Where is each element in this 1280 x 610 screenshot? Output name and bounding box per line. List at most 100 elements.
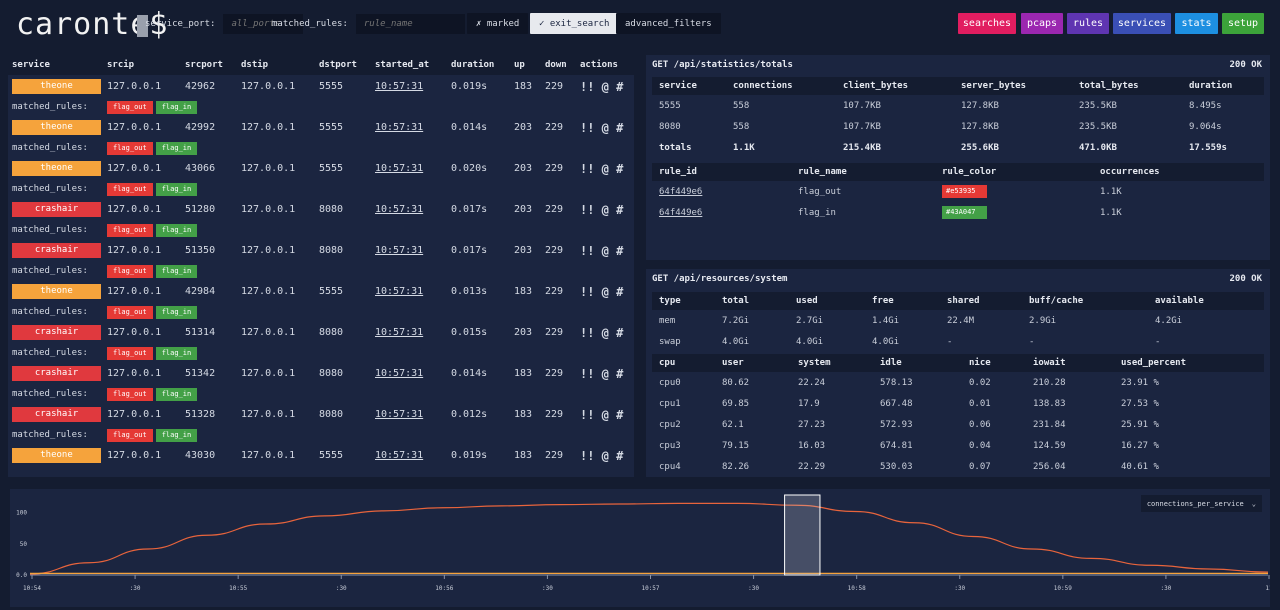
rule-id-link[interactable]: 64f449e6 [652,181,791,202]
started-at-cell[interactable]: 10:57:31 [371,75,447,98]
rule-badge-flag-in[interactable]: flag_in [155,264,198,278]
stats-header-service: service [652,77,726,95]
down-cell: 229 [545,368,564,379]
duration-cell: 0.013s [451,286,488,297]
started-at-cell[interactable]: 10:57:31 [371,321,447,344]
rule-badge-flag-out[interactable]: flag_out [107,182,153,196]
memory-cell: 2.9Gi [1029,315,1057,326]
actions-cell[interactable]: !! @ # [576,403,634,426]
rule-occurrences-cell: 1.1K [1100,186,1122,197]
dstip-cell: 127.0.0.1 [241,81,296,92]
table-row[interactable]: theone 127.0.0.1 43030 127.0.0.1 5555 10:57:3… [8,444,634,467]
rule-badge-flag-out[interactable]: flag_out [107,100,153,114]
stats-total-cell: 1.1K [733,142,755,153]
actions-cell[interactable]: !! @ # [576,444,634,467]
rule-badge-flag-out[interactable]: flag_out [107,346,153,360]
connections-panel: service srcip srcport dstip dstport started_a… [8,55,634,477]
table-row[interactable]: crashair 127.0.0.1 51328 127.0.0.1 8080 10:57… [8,403,634,426]
matched-rules-cell: flag_out flag_in [103,262,634,280]
rule-badge-flag-out[interactable]: flag_out [107,223,153,237]
rule-badge-flag-in[interactable]: flag_in [155,100,198,114]
actions-cell[interactable]: !! @ # [576,75,634,98]
chart-series-select[interactable]: connections_per_service ⌄ [1140,495,1262,512]
cpu-cell: 69.85 [722,398,750,409]
memory-row: mem 7.2Gi 2.7Gi 1.4Gi 22.4M 2.9Gi 4.2Gi [652,310,1264,331]
cpu-row: cpu3 79.15 16.03 674.81 0.04 124.59 16.27 % [652,435,1264,456]
up-cell: 183 [514,409,533,420]
table-row[interactable]: theone 127.0.0.1 43066 127.0.0.1 5555 10:57:3… [8,157,634,180]
exit-search-button[interactable]: ✓ exit_search [530,13,619,34]
marked-toggle-button[interactable]: ✗ marked [467,13,529,34]
dstip-cell: 127.0.0.1 [241,245,296,256]
srcport-cell: 51342 [185,368,216,379]
actions-cell[interactable]: !! @ # [576,321,634,344]
table-row[interactable]: theone 127.0.0.1 42984 127.0.0.1 5555 10:57:3… [8,280,634,303]
actions-cell[interactable]: !! @ # [576,239,634,262]
matched-rules-row: matched_rules: flag_out flag_in [8,426,634,444]
rule-badge-flag-in[interactable]: flag_in [155,223,198,237]
started-at-cell[interactable]: 10:57:31 [371,116,447,139]
dstip-cell: 127.0.0.1 [241,286,296,297]
nav-rules-button[interactable]: rules [1067,13,1109,34]
matched-rules-cell: flag_out flag_in [103,98,634,116]
rule-badge-flag-in[interactable]: flag_in [155,346,198,360]
rule-id-link[interactable]: 64f449e6 [652,202,791,223]
column-header-down: down [541,55,576,75]
started-at-cell[interactable]: 10:57:31 [371,403,447,426]
rule-badge-flag-out[interactable]: flag_out [107,141,153,155]
table-row[interactable]: crashair 127.0.0.1 51314 127.0.0.1 8080 10:57… [8,321,634,344]
rule-badge-flag-in[interactable]: flag_in [155,182,198,196]
x-tick-label: 10:58 [848,585,866,592]
rule-badge-flag-in[interactable]: flag_in [155,387,198,401]
rule-badge-flag-in[interactable]: flag_in [155,141,198,155]
rule-badge-flag-in[interactable]: flag_in [155,305,198,319]
service-cell: crashair [8,239,103,262]
table-row[interactable]: crashair 127.0.0.1 51342 127.0.0.1 8080 10:57… [8,362,634,385]
actions-cell[interactable]: !! @ # [576,362,634,385]
cpu-header-idle: idle [873,354,962,372]
started-at-cell[interactable]: 10:57:31 [371,157,447,180]
table-row[interactable]: theone 127.0.0.1 42962 127.0.0.1 5555 10:57:3… [8,75,634,98]
table-row[interactable]: crashair 127.0.0.1 51280 127.0.0.1 8080 10:57… [8,198,634,221]
actions-cell[interactable]: !! @ # [576,198,634,221]
cpu-cell: 124.59 [1033,440,1066,451]
nav-searches-button[interactable]: searches [958,13,1016,34]
chevron-down-icon: ⌄ [1251,499,1256,508]
started-at-cell[interactable]: 10:57:31 [371,239,447,262]
dstip-cell: 127.0.0.1 [241,368,296,379]
rule-badge-flag-out[interactable]: flag_out [107,428,153,442]
started-at-cell[interactable]: 10:57:31 [371,280,447,303]
up-cell: 183 [514,286,533,297]
actions-cell[interactable]: !! @ # [576,157,634,180]
cpu-header-user: user [715,354,791,372]
advanced-filters-button[interactable]: advanced_filters [616,13,721,34]
column-header-started-at: started_at [371,55,447,75]
matched-rules-input[interactable] [355,14,465,34]
stats-cell: 107.7KB [843,121,881,132]
time-brush-selection[interactable] [784,494,821,576]
cpu-cell: 138.83 [1033,398,1066,409]
started-at-cell[interactable]: 10:57:31 [371,362,447,385]
up-cell: 203 [514,327,533,338]
rule-name-cell: flag_out [798,186,842,197]
x-tick-label: 10:54 [23,585,41,592]
nav-pcaps-button[interactable]: pcaps [1021,13,1063,34]
connections-timeline-chart[interactable]: 100 50 0.0 10:54:30 10:55:30 10:56:30 10:57:30… [10,489,1273,607]
rule-badge-flag-out[interactable]: flag_out [107,387,153,401]
stats-cell: 8080 [659,121,681,132]
nav-services-button[interactable]: services [1113,13,1171,34]
actions-cell[interactable]: !! @ # [576,280,634,303]
cpu-cell: 530.03 [880,461,913,472]
started-at-cell[interactable]: 10:57:31 [371,444,447,467]
table-row[interactable]: crashair 127.0.0.1 51350 127.0.0.1 8080 10:57… [8,239,634,262]
table-row[interactable]: theone 127.0.0.1 42992 127.0.0.1 5555 10:57:3… [8,116,634,139]
rule-badge-flag-out[interactable]: flag_out [107,264,153,278]
started-at-cell[interactable]: 10:57:31 [371,198,447,221]
rule-badge-flag-out[interactable]: flag_out [107,305,153,319]
rule-badge-flag-in[interactable]: flag_in [155,428,198,442]
actions-cell[interactable]: !! @ # [576,116,634,139]
cpu-cell: 231.84 [1033,419,1066,430]
nav-setup-button[interactable]: setup [1222,13,1264,34]
service-cell: theone [8,116,103,139]
nav-stats-button[interactable]: stats [1175,13,1218,34]
